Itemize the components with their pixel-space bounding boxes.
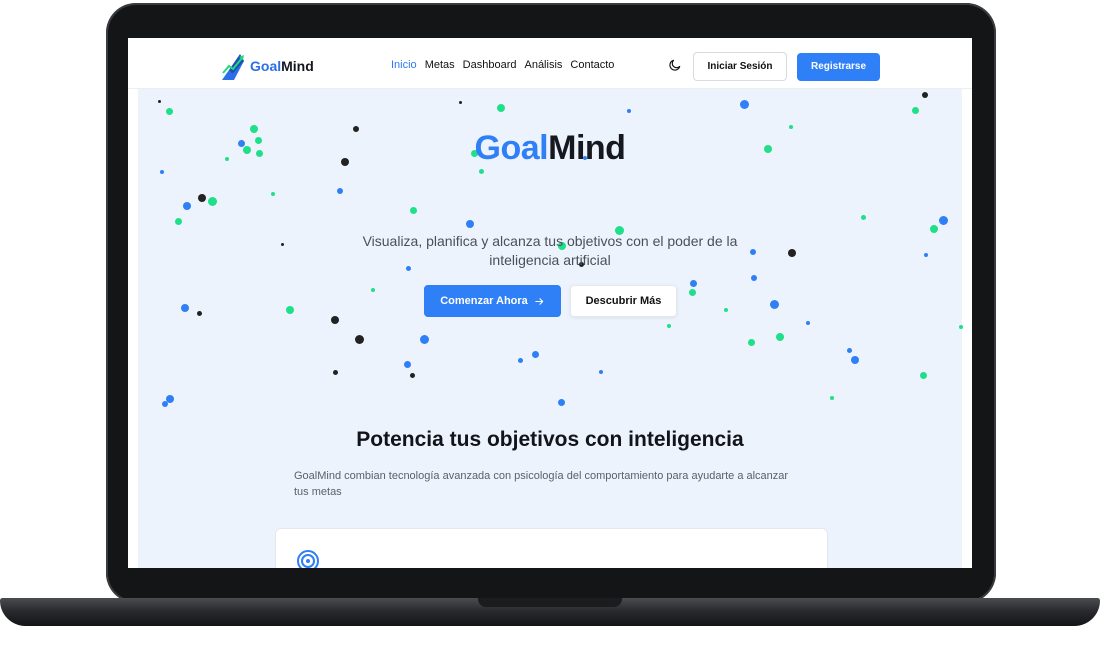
register-button[interactable]: Registrarse xyxy=(797,53,880,81)
particle-dot xyxy=(748,339,755,346)
goalmind-logo-icon xyxy=(222,54,244,80)
start-now-label: Comenzar Ahora xyxy=(440,295,528,307)
particle-dot xyxy=(689,289,696,296)
laptop-screen: GoalMind Inicio Metas Dashboard Análisis… xyxy=(128,38,972,568)
particle-dot xyxy=(479,169,484,174)
particle-dot xyxy=(181,304,189,312)
nav-link-analisis[interactable]: Análisis xyxy=(524,59,562,71)
nav-link-inicio[interactable]: Inicio xyxy=(391,59,417,71)
discover-more-button[interactable]: Descubrir Más xyxy=(570,285,677,317)
hero-title: GoalMind xyxy=(128,129,972,168)
target-icon xyxy=(297,550,319,568)
particle-dot xyxy=(158,100,161,103)
particle-dot xyxy=(912,107,919,114)
particle-dot xyxy=(166,108,173,115)
particle-dot xyxy=(558,399,565,406)
particle-dot xyxy=(924,253,928,257)
particle-dot xyxy=(770,300,779,309)
start-now-button[interactable]: Comenzar Ahora xyxy=(424,285,561,317)
logo[interactable]: GoalMind xyxy=(220,49,314,83)
particle-dot xyxy=(667,324,671,328)
particle-dot xyxy=(162,401,168,407)
features-title: Potencia tus objetivos con inteligencia xyxy=(356,428,744,451)
particle-dot xyxy=(922,92,928,98)
particle-dot xyxy=(410,373,415,378)
particle-dot xyxy=(751,275,757,281)
particle-dot xyxy=(627,109,631,113)
particle-dot xyxy=(337,188,343,194)
particle-dot xyxy=(599,370,603,374)
particle-dot xyxy=(371,288,375,292)
moon-icon[interactable] xyxy=(668,58,682,72)
particle-dot xyxy=(197,311,202,316)
particle-dot xyxy=(420,335,429,344)
hero-title-prefix: Goal xyxy=(474,129,549,167)
nav-link-dashboard[interactable]: Dashboard xyxy=(463,59,517,71)
particle-dot xyxy=(806,321,810,325)
particle-dot xyxy=(459,101,462,104)
feature-card xyxy=(275,528,828,568)
particle-dot xyxy=(281,243,284,246)
particle-dot xyxy=(959,325,963,329)
particle-dot xyxy=(404,361,411,368)
particle-dot xyxy=(724,308,728,312)
particle-dot xyxy=(920,372,927,379)
logo-suffix: Mind xyxy=(281,58,314,74)
particle-dot xyxy=(851,356,859,364)
particle-dot xyxy=(930,225,938,233)
particle-dot xyxy=(286,306,294,314)
particle-dot xyxy=(518,358,523,363)
particle-dot xyxy=(208,197,217,206)
nav-menu: Inicio Metas Dashboard Análisis Contacto xyxy=(391,59,614,71)
particle-dot xyxy=(532,351,539,358)
logo-prefix: Goal xyxy=(250,58,282,74)
particle-dot xyxy=(466,220,474,228)
particle-dot xyxy=(410,207,417,214)
arrow-right-icon xyxy=(535,297,544,305)
hero-title-suffix: Mind xyxy=(548,129,626,167)
features-description: GoalMind combian tecnología avanzada con… xyxy=(294,470,789,498)
particle-dot xyxy=(183,202,191,210)
particle-dot xyxy=(331,316,339,324)
particle-dot xyxy=(861,215,866,220)
particle-dot xyxy=(830,396,834,400)
particle-dot xyxy=(776,333,784,341)
logo-text: GoalMind xyxy=(250,58,314,74)
particle-dot xyxy=(939,216,948,225)
particle-dot xyxy=(198,194,206,202)
particle-dot xyxy=(497,104,505,112)
particle-dot xyxy=(847,348,852,353)
particle-dot xyxy=(740,100,749,109)
nav-link-metas[interactable]: Metas xyxy=(425,59,455,71)
nav-link-contacto[interactable]: Contacto xyxy=(570,59,614,71)
particle-dot xyxy=(355,335,364,344)
hero-subtitle: Visualiza, planifica y alcanza tus objet… xyxy=(362,233,738,268)
login-button[interactable]: Iniciar Sesión xyxy=(693,52,787,81)
navbar: GoalMind Inicio Metas Dashboard Análisis… xyxy=(128,38,972,89)
particle-dot xyxy=(175,218,182,225)
laptop-notch xyxy=(478,598,622,607)
particle-dot xyxy=(333,370,338,375)
particle-dot xyxy=(788,249,796,257)
particle-dot xyxy=(160,170,164,174)
particle-dot xyxy=(271,192,275,196)
particle-dot xyxy=(690,280,697,287)
